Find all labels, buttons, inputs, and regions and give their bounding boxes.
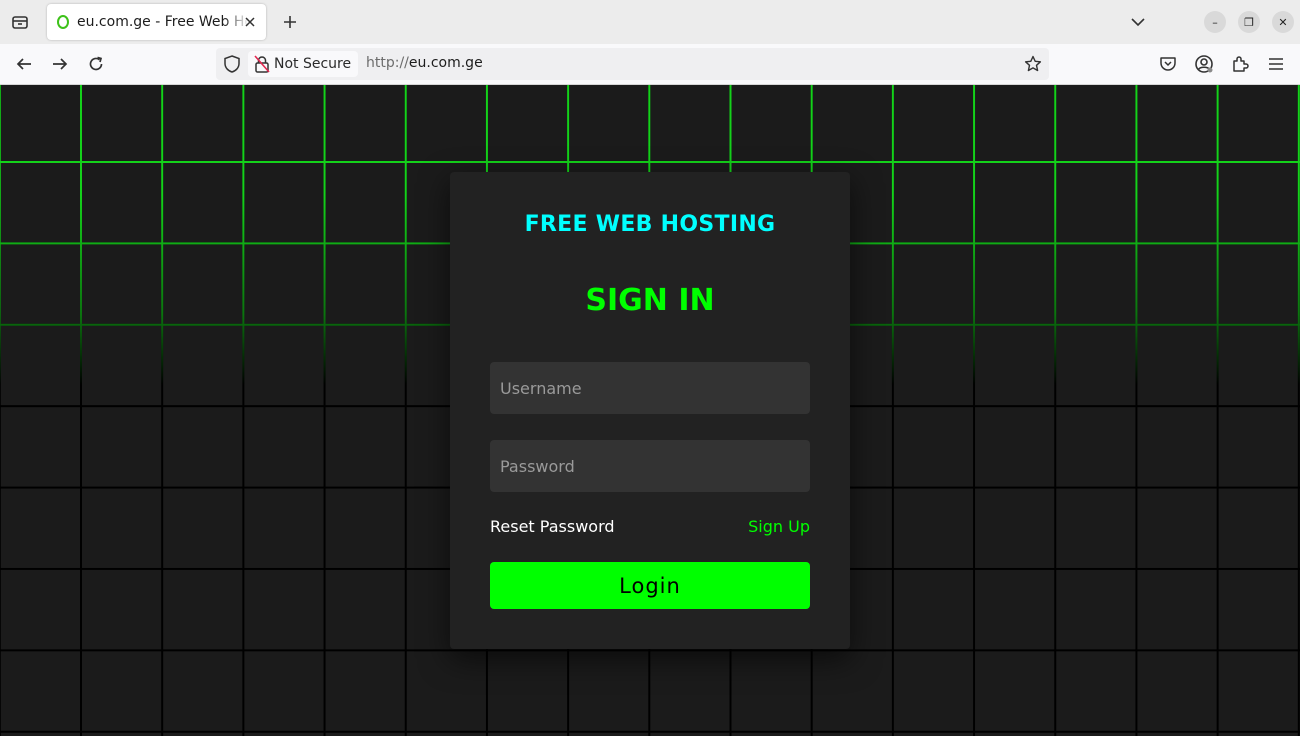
extensions-button[interactable]	[1229, 53, 1251, 75]
tab-list-icon	[12, 16, 28, 29]
security-label: Not Secure	[274, 56, 352, 72]
site-security-indicator[interactable]: Not Secure	[248, 51, 358, 77]
reset-password-link[interactable]: Reset Password	[490, 517, 615, 536]
address-bar[interactable]: Not Secure http://eu.com.ge	[216, 48, 1049, 80]
app-menu-button[interactable]	[1265, 53, 1287, 75]
star-icon	[1024, 55, 1042, 72]
username-input[interactable]	[490, 362, 810, 414]
navigation-toolbar: Not Secure http://eu.com.ge	[0, 44, 1300, 85]
minimize-button[interactable]: –	[1204, 11, 1226, 33]
forward-arrow-icon	[53, 58, 68, 70]
brand-title: FREE WEB HOSTING	[524, 212, 776, 237]
extensions-icon	[1233, 56, 1249, 72]
close-icon	[245, 17, 255, 27]
restore-button[interactable]: ❐	[1238, 11, 1260, 33]
close-window-icon: ✕	[1278, 15, 1288, 29]
sign-in-heading: SIGN IN	[585, 283, 715, 318]
plus-icon	[284, 16, 296, 28]
sign-up-link[interactable]: Sign Up	[748, 517, 810, 536]
back-button[interactable]	[12, 52, 36, 76]
url-scheme: http://	[366, 55, 409, 71]
chevron-down-icon	[1131, 18, 1145, 27]
back-arrow-icon	[16, 58, 31, 70]
minimize-icon: –	[1212, 15, 1218, 29]
tab-title: eu.com.ge - Free Web Hosting	[77, 14, 249, 30]
page-content: FREE WEB HOSTING SIGN IN Reset Password …	[0, 85, 1300, 736]
new-tab-button[interactable]	[279, 10, 301, 34]
reload-icon	[89, 56, 103, 71]
pocket-button[interactable]	[1157, 53, 1179, 75]
account-button[interactable]	[1193, 53, 1215, 75]
browser-tab[interactable]: eu.com.ge - Free Web Hosting	[47, 4, 266, 40]
login-card: FREE WEB HOSTING SIGN IN Reset Password …	[450, 172, 850, 649]
close-window-button[interactable]: ✕	[1272, 11, 1294, 33]
url-text[interactable]: http://eu.com.ge	[366, 55, 483, 71]
menu-icon	[1269, 58, 1283, 70]
list-all-tabs-button[interactable]	[1128, 12, 1148, 32]
close-tab-button[interactable]	[242, 14, 258, 30]
pocket-icon	[1160, 57, 1176, 71]
favicon-icon	[57, 15, 69, 29]
tab-bar: eu.com.ge - Free Web Hosting – ❐ ✕	[0, 0, 1300, 44]
tracking-protection-button[interactable]	[222, 54, 242, 74]
shield-icon	[224, 55, 240, 73]
login-button[interactable]: Login	[490, 562, 810, 609]
url-host: eu.com.ge	[408, 55, 483, 71]
tab-list-button[interactable]	[8, 10, 32, 34]
account-icon	[1195, 55, 1213, 73]
password-input[interactable]	[490, 440, 810, 492]
reload-button[interactable]	[84, 52, 108, 76]
forward-button[interactable]	[48, 52, 72, 76]
insecure-lock-icon	[254, 55, 270, 73]
bookmark-button[interactable]	[1023, 54, 1043, 74]
restore-icon: ❐	[1244, 15, 1254, 29]
